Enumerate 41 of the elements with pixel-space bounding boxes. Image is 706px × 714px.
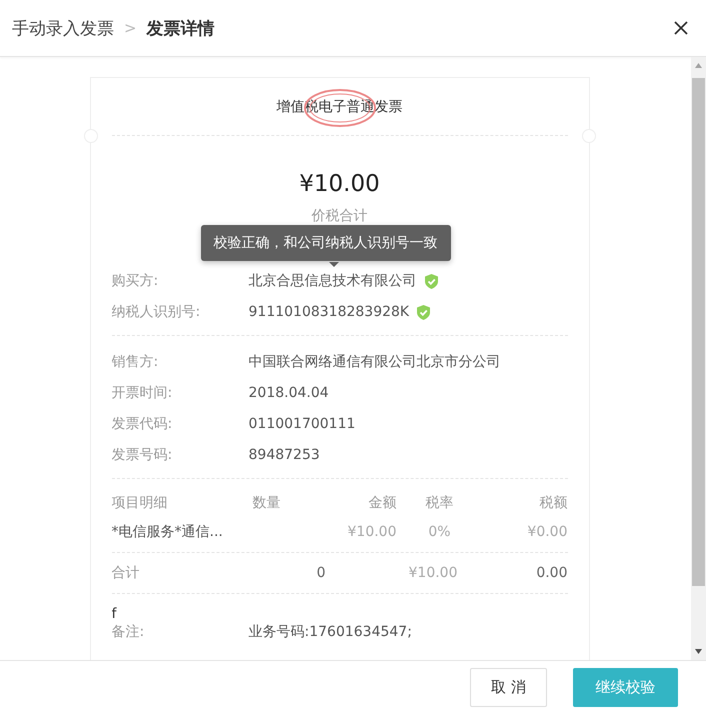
field-value: 2018.04.04 bbox=[248, 384, 329, 403]
breadcrumb-item[interactable]: 手动录入发票 bbox=[12, 16, 114, 40]
cancel-button[interactable]: 取 消 bbox=[470, 668, 547, 707]
invoice-amount: ¥10.00 bbox=[298, 171, 381, 197]
breadcrumb-separator: > bbox=[124, 19, 137, 37]
close-icon[interactable] bbox=[674, 21, 688, 35]
field-value: 91110108318283928K bbox=[248, 303, 410, 322]
scroll-thumb[interactable] bbox=[692, 78, 705, 586]
total-tax: 0.00 bbox=[535, 564, 568, 583]
table-cell-text: ¥0.00 bbox=[526, 523, 568, 542]
amount-label: 价税合计 bbox=[310, 207, 368, 225]
column-header: 税率 bbox=[424, 494, 454, 513]
field-label: 发票代码: bbox=[112, 415, 174, 434]
field-value: 北京合思信息技术有限公司 bbox=[248, 272, 416, 291]
total-quantity: 0 bbox=[316, 564, 326, 583]
scroll-up-icon[interactable] bbox=[695, 63, 702, 68]
breadcrumb-item: 发票详情 bbox=[146, 18, 215, 40]
scroll-down-icon[interactable] bbox=[695, 649, 702, 654]
field-label: 备注: bbox=[112, 623, 146, 642]
field-label: 购买方: bbox=[112, 272, 160, 291]
field-label: 纳税人识别号: bbox=[112, 303, 202, 322]
table-cell-text: 0% bbox=[427, 523, 452, 542]
field-value: 011001700111 bbox=[248, 415, 356, 434]
column-header: 税额 bbox=[538, 494, 568, 513]
table-cell-text: *电信服务*通信... bbox=[112, 523, 224, 542]
tooltip-arrow bbox=[328, 262, 338, 267]
field-label: 销售方: bbox=[112, 353, 160, 372]
column-header: 数量 bbox=[252, 494, 282, 513]
scrollbar[interactable] bbox=[691, 57, 706, 660]
field-label: 开票时间: bbox=[112, 384, 174, 403]
total-label: 合计 bbox=[112, 564, 140, 583]
field-value: 中国联合网络通信有限公司北京市分公司 bbox=[248, 353, 500, 372]
tooltip: 校验正确，和公司纳税人识别号一致 bbox=[200, 225, 450, 261]
remark-mark: f bbox=[112, 606, 118, 622]
column-header: 项目明细 bbox=[112, 494, 168, 513]
column-header: 金额 bbox=[368, 494, 396, 513]
field-value: 89487253 bbox=[248, 446, 320, 465]
total-amount: ¥10.00 bbox=[408, 564, 458, 583]
field-value: 业务号码:17601634547; bbox=[248, 623, 412, 642]
table-cell-text: ¥10.00 bbox=[346, 523, 396, 542]
field-label: 发票号码: bbox=[112, 446, 174, 465]
